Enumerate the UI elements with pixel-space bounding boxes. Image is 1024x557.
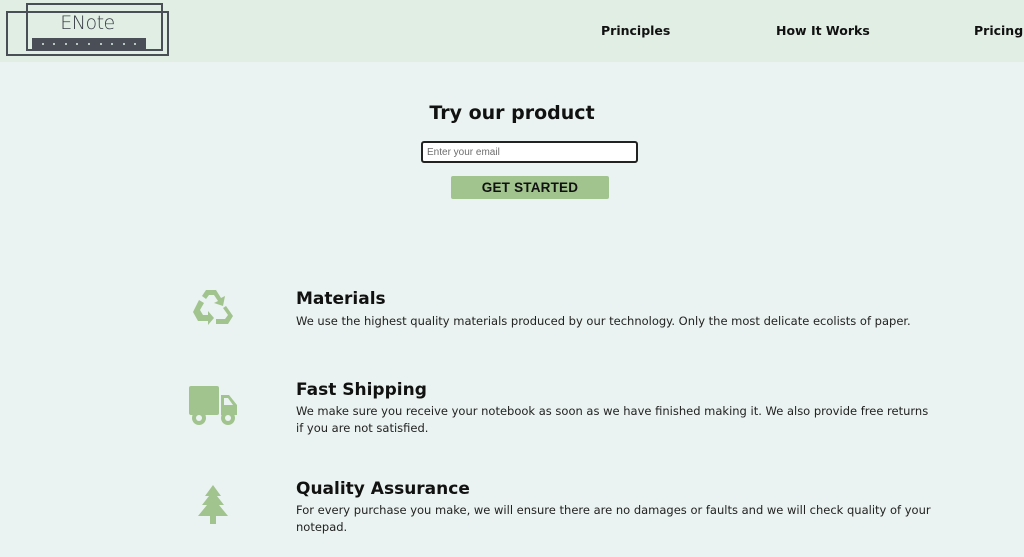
logo[interactable]: ENote xyxy=(6,3,172,59)
feature-title-quality-assurance: Quality Assurance xyxy=(296,479,470,499)
site-header: ENote Principles How It Works Pricing xyxy=(0,0,1024,62)
nav-link-principles[interactable]: Principles xyxy=(601,23,670,38)
feature-desc-fast-shipping: We make sure you receive your notebook a… xyxy=(296,404,929,435)
truck-icon xyxy=(188,385,238,431)
feature-desc-quality-assurance: For every purchase you make, we will ens… xyxy=(296,503,931,534)
email-input[interactable] xyxy=(421,141,638,163)
recycle-icon xyxy=(190,286,236,334)
feature-title-fast-shipping: Fast Shipping xyxy=(296,380,427,400)
feature-title-materials: Materials xyxy=(296,289,386,309)
tree-icon xyxy=(197,485,229,529)
feature-desc-materials: We use the highest quality materials pro… xyxy=(296,314,911,328)
nav-link-pricing[interactable]: Pricing xyxy=(974,23,1023,38)
nav-link-how-it-works[interactable]: How It Works xyxy=(776,23,870,38)
hero-title: Try our product xyxy=(429,102,595,124)
logo-bar xyxy=(32,38,146,49)
get-started-button[interactable]: GET STARTED xyxy=(451,176,609,199)
logo-text: ENote xyxy=(60,12,115,34)
